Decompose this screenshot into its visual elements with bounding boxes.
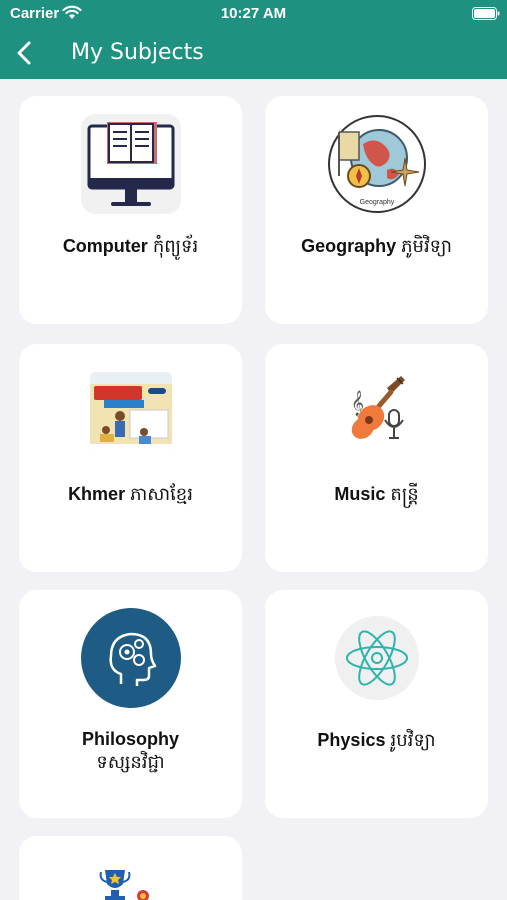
nav-bar: My Subjects (0, 28, 507, 79)
geography-icon-caption: Geography (360, 199, 395, 206)
subject-grid: Computer កុំព្យូទ័រ Geography Geography … (0, 79, 507, 900)
subject-name: Geography (301, 236, 397, 256)
subject-label-physics: Physics រូបវិទ្យា (271, 729, 482, 752)
subject-card-geography[interactable]: Geography Geography ភូមិវិទ្យា (265, 96, 488, 324)
atom-icon (335, 616, 419, 700)
subject-name-khmer: កុំព្យូទ័រ (152, 236, 199, 257)
subject-card-philosophy[interactable]: Philosophy ទស្សនវិជ្ជា (19, 590, 242, 818)
subject-name-khmer: ភាសាខ្មែរ (130, 484, 193, 505)
subject-name: Physics (317, 730, 386, 750)
subject-name-khmer: ទស្សនវិជ្ជា (96, 752, 165, 773)
khmer-textbook-icon (90, 372, 172, 454)
subject-name-khmer: តន្ត្រី (390, 484, 419, 505)
brain-gears-icon (81, 608, 181, 708)
guitar-icon: 𝄞 (327, 362, 427, 462)
subject-name: Khmer (68, 484, 126, 504)
subject-label-music: Music តន្ត្រី (271, 483, 482, 506)
subject-name-khmer: ភូមិវិទ្យា (401, 236, 452, 257)
status-bar: Carrier 10:27 AM (0, 0, 507, 28)
subject-label-geography: Geography ភូមិវិទ្យា (271, 235, 482, 258)
geography-globe-icon: Geography (327, 114, 427, 214)
computer-book-icon (81, 114, 181, 214)
subject-name: Computer (62, 236, 148, 256)
status-time: 10:27 AM (220, 5, 287, 22)
subject-label-khmer: Khmer ភាសាខ្មែរ (25, 483, 236, 506)
back-button[interactable] (10, 38, 40, 68)
subject-name: Philosophy (81, 729, 179, 749)
trophy-icon (99, 870, 159, 900)
page-title: My Subjects (71, 40, 204, 65)
subject-label-computer: Computer កុំព្យូទ័រ (25, 235, 236, 258)
subject-card-music[interactable]: 𝄞 Music តន្ត្រី (265, 344, 488, 572)
chevron-left-icon (17, 41, 31, 65)
battery-icon (472, 7, 500, 20)
subject-card-achievements[interactable] (19, 836, 242, 900)
subject-name: Music (334, 484, 386, 504)
subject-label-philosophy: Philosophy ទស្សនវិជ្ជា (25, 728, 236, 774)
subject-name-khmer: រូបវិទ្យា (390, 730, 436, 751)
subject-card-physics[interactable]: Physics រូបវិទ្យា (265, 590, 488, 818)
subject-card-computer[interactable]: Computer កុំព្យូទ័រ (19, 96, 242, 324)
subject-card-khmer[interactable]: Khmer ភាសាខ្មែរ (19, 344, 242, 572)
